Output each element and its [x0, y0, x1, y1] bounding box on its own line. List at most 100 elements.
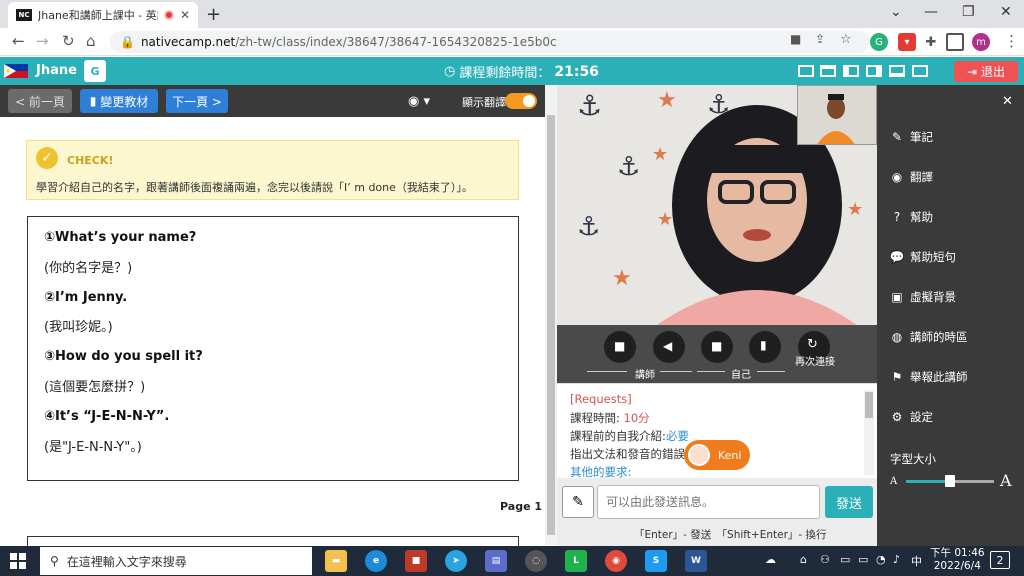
menu-item-settings[interactable]: ⚙ 設定 [890, 409, 933, 425]
layout-3-icon[interactable] [843, 65, 859, 77]
close-window-icon[interactable]: ✕ [1000, 4, 1012, 20]
lock-icon: 🔒 [120, 35, 135, 49]
divider [697, 371, 725, 372]
sidebar-icon[interactable] [946, 33, 964, 51]
intro-value: 必要 [665, 429, 689, 443]
minimize-icon[interactable]: — [924, 4, 938, 20]
exit-button[interactable]: ⇥ 退出 [954, 61, 1018, 82]
show-translation-toggle[interactable] [505, 93, 537, 109]
url-bar[interactable]: 🔒 nativecamp.net/zh-tw/class/index/38647… [110, 31, 870, 53]
tray-icon[interactable]: ⚇ [820, 553, 830, 566]
layout-2-icon[interactable] [820, 65, 836, 77]
edge-icon[interactable]: e [365, 550, 387, 572]
chrome-icon[interactable]: ◉ [605, 550, 627, 572]
share-icon[interactable]: ⇪ [815, 32, 825, 46]
star-icon[interactable]: ☆ [840, 32, 852, 47]
check-title: CHECK! [67, 154, 114, 167]
layout-4-icon[interactable] [866, 65, 882, 77]
weather-icon[interactable]: ☁ [765, 553, 776, 566]
dialogue-translation: (你的名字是？) [44, 261, 133, 276]
menu-item-help[interactable]: ? 幫助 [890, 209, 933, 225]
restore-icon[interactable]: ❐ [962, 4, 975, 20]
menu-item-translate[interactable]: ◉ 翻譯 [890, 169, 933, 185]
change-material-button[interactable]: ▮ 變更教材 [80, 89, 158, 113]
teacher-badge-name: Keni [718, 448, 742, 462]
menu-item-help-phrases[interactable]: 💬 幫助短句 [890, 249, 956, 265]
material-scrollbar-thumb[interactable] [547, 115, 555, 535]
taskbar-search[interactable]: ⚲ 在這裡輸入文字來搜尋 [40, 547, 312, 575]
telegram-icon[interactable]: ➤ [445, 550, 467, 572]
reconnect-label: 再次連接 [795, 357, 835, 368]
windows-start-icon[interactable] [10, 553, 26, 569]
camera-icon[interactable]: ■ [790, 32, 801, 46]
send-button[interactable]: 發送 [825, 486, 873, 518]
font-size-slider-handle[interactable] [945, 475, 955, 487]
tray-icon[interactable]: ▭ [858, 553, 868, 566]
notification-icon[interactable]: 2 [990, 551, 1010, 569]
chat-scrollbar-thumb[interactable] [865, 392, 873, 418]
layout-5-icon[interactable] [889, 65, 905, 77]
menu-item-teacher-timezone[interactable]: ◍ 講師的時區 [890, 329, 968, 345]
recording-icon [163, 10, 174, 20]
app-red-icon[interactable]: ■ [405, 550, 427, 572]
svg-text:★: ★ [657, 88, 677, 113]
divider [660, 371, 692, 372]
new-tab-icon[interactable]: + [206, 4, 221, 25]
ime-indicator[interactable]: 中 [911, 553, 922, 569]
language-globe-icon[interactable]: ◉ ▾ [408, 94, 430, 109]
menu-item-report-teacher[interactable]: ⚑ 舉報此講師 [890, 369, 968, 385]
search-icon: ⚲ [50, 554, 59, 568]
wifi-icon[interactable]: ◔ [876, 553, 886, 566]
pen-icon[interactable]: ✎ [562, 486, 594, 518]
reconnect-icon: ↻ [807, 337, 818, 352]
close-tab-icon[interactable]: ✕ [180, 8, 190, 22]
file-explorer-icon[interactable]: ▬ [325, 550, 347, 572]
layout-1-icon[interactable] [798, 65, 814, 77]
tab-title: Jhane和講師上課中 - 英語 [38, 9, 158, 22]
app-circle-icon[interactable]: ◌ [525, 550, 547, 572]
next-page-button[interactable]: 下一頁 > [166, 89, 228, 113]
taskbar-date: 2022/6/4 [933, 560, 981, 572]
forward-icon[interactable]: → [36, 32, 49, 50]
world-clock-icon: ◍ [891, 330, 903, 344]
chat-scrollbar[interactable] [864, 390, 874, 475]
menu-item-notes[interactable]: ✎ 筆記 [890, 129, 933, 145]
extension-shield-icon[interactable]: ▾ [898, 33, 916, 51]
close-menu-icon[interactable]: ✕ [1002, 94, 1013, 109]
layout-6-icon[interactable] [912, 65, 928, 77]
menu-dots-icon[interactable]: ⋮ [1004, 32, 1019, 50]
back-icon[interactable]: ← [12, 32, 25, 50]
chat-message-input[interactable] [597, 485, 820, 519]
prev-page-button[interactable]: < 前一頁 [8, 89, 72, 113]
menu-item-label: 設定 [910, 410, 933, 424]
tray-icon[interactable]: ⌂ [800, 553, 807, 566]
teacher-chat-badge[interactable]: Keni [684, 440, 750, 470]
extensions-puzzle-icon[interactable]: ✚ [922, 33, 940, 51]
tab-search-chevron-icon[interactable]: ⌄ [890, 4, 902, 20]
taskbar-search-placeholder: 在這裡輸入文字來搜尋 [66, 554, 187, 569]
flag-icon: ⚑ [891, 370, 903, 384]
material-scrollbar[interactable] [545, 85, 557, 545]
app-store-icon[interactable]: ▤ [485, 550, 507, 572]
volume-tray-icon[interactable]: ♪ [893, 553, 900, 566]
reload-icon[interactable]: ↻ [62, 32, 75, 50]
google-translate-icon[interactable]: G [84, 60, 106, 82]
svg-text:★: ★ [652, 144, 668, 165]
class-timer: ◷ 課程剩餘時間： 21:56 [444, 62, 599, 82]
taskbar-clock[interactable]: 下午 01:46 2022/6/4 [930, 547, 985, 573]
home-icon[interactable]: ⌂ [86, 32, 96, 50]
self-video[interactable] [797, 85, 877, 145]
font-size-label: 字型大小 [890, 452, 936, 466]
profile-avatar[interactable]: m [972, 33, 990, 51]
dialogue-translation: (這個要怎麼拼？) [44, 380, 146, 395]
word-icon[interactable]: W [685, 550, 707, 572]
exit-label: 退出 [981, 65, 1006, 79]
browser-tab[interactable]: NC Jhane和講師上課中 - 英語 ✕ [8, 2, 198, 28]
intro-label: 課程前的自我介紹: [570, 429, 666, 443]
page-number: Page 1 [500, 500, 543, 513]
grammarly-icon[interactable]: G [870, 33, 888, 51]
tray-icon[interactable]: ▭ [840, 553, 850, 566]
skype-icon[interactable]: S [645, 550, 667, 572]
menu-item-virtual-background[interactable]: ▣ 虛擬背景 [890, 289, 956, 305]
line-icon[interactable]: L [565, 550, 587, 572]
